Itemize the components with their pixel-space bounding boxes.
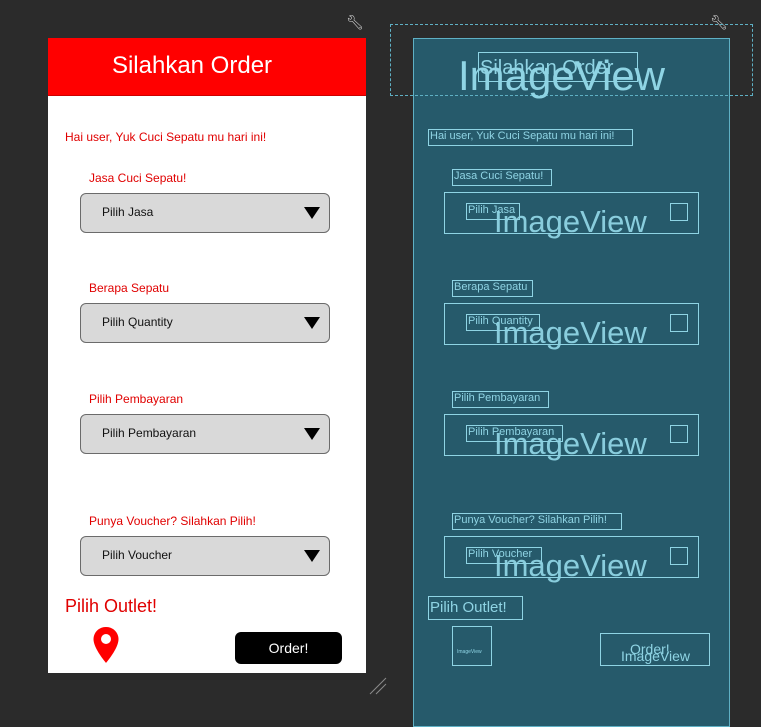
location-pin-icon[interactable]: [92, 626, 120, 664]
service-label: Jasa Cuci Sepatu!: [89, 171, 187, 185]
service-spinner[interactable]: Pilih Jasa: [80, 193, 330, 233]
blueprint-outlet-title: Pilih Outlet!: [430, 599, 507, 616]
blueprint-voucher-label: Punya Voucher? Silahkan Pilih!: [454, 514, 607, 526]
blueprint-quantity-label: Berapa Sepatu: [454, 281, 528, 293]
voucher-label: Punya Voucher? Silahkan Pilih!: [89, 514, 256, 528]
blueprint-voucher-imageview-label: ImageView: [494, 548, 647, 583]
blueprint-service-imageview-label: ImageView: [494, 204, 647, 239]
blueprint-pin-imageview[interactable]: ImageView: [452, 626, 492, 666]
dropdown-arrow-icon: [304, 428, 320, 440]
quantity-spinner-value: Pilih Quantity: [102, 315, 173, 329]
resize-handle-icon[interactable]: [368, 676, 388, 696]
blueprint-header-imageview-label: ImageView: [458, 52, 666, 99]
dropdown-arrow-icon: [304, 207, 320, 219]
wrench-icon[interactable]: 🔧︎: [346, 14, 364, 31]
blueprint-quantity-imageview-label: ImageView: [494, 315, 647, 350]
blueprint-pin-imageview-label: ImageView: [457, 649, 482, 655]
app-header: Silahkan Order: [48, 38, 366, 96]
voucher-spinner-value: Pilih Voucher: [102, 548, 173, 562]
image-placeholder-icon: [670, 314, 688, 332]
order-button[interactable]: Order!: [235, 632, 342, 664]
blueprint-payment-imageview-label: ImageView: [494, 426, 647, 461]
dropdown-arrow-icon: [304, 550, 320, 562]
image-placeholder-icon: [670, 547, 688, 565]
outlet-title: Pilih Outlet!: [65, 596, 158, 616]
dropdown-arrow-icon: [304, 317, 320, 329]
blueprint-order-imageview-label: ImageView: [621, 648, 691, 664]
design-preview: Silahkan Order Hai user, Yuk Cuci Sepatu…: [48, 38, 366, 673]
payment-spinner[interactable]: Pilih Pembayaran: [80, 414, 330, 454]
quantity-spinner[interactable]: Pilih Quantity: [80, 303, 330, 343]
payment-spinner-value: Pilih Pembayaran: [102, 426, 197, 440]
service-spinner-value: Pilih Jasa: [102, 205, 154, 219]
payment-label: Pilih Pembayaran: [89, 392, 184, 406]
greeting-text: Hai user, Yuk Cuci Sepatu mu hari ini!: [65, 130, 267, 144]
blueprint-greeting: Hai user, Yuk Cuci Sepatu mu hari ini!: [430, 130, 615, 142]
quantity-label: Berapa Sepatu: [89, 281, 170, 295]
image-placeholder-icon: [670, 203, 688, 221]
voucher-spinner[interactable]: Pilih Voucher: [80, 536, 330, 576]
header-title: Silahkan Order: [111, 52, 273, 79]
image-placeholder-icon: [670, 425, 688, 443]
blueprint-service-label: Jasa Cuci Sepatu!: [454, 170, 544, 182]
blueprint-payment-label: Pilih Pembayaran: [454, 392, 541, 404]
